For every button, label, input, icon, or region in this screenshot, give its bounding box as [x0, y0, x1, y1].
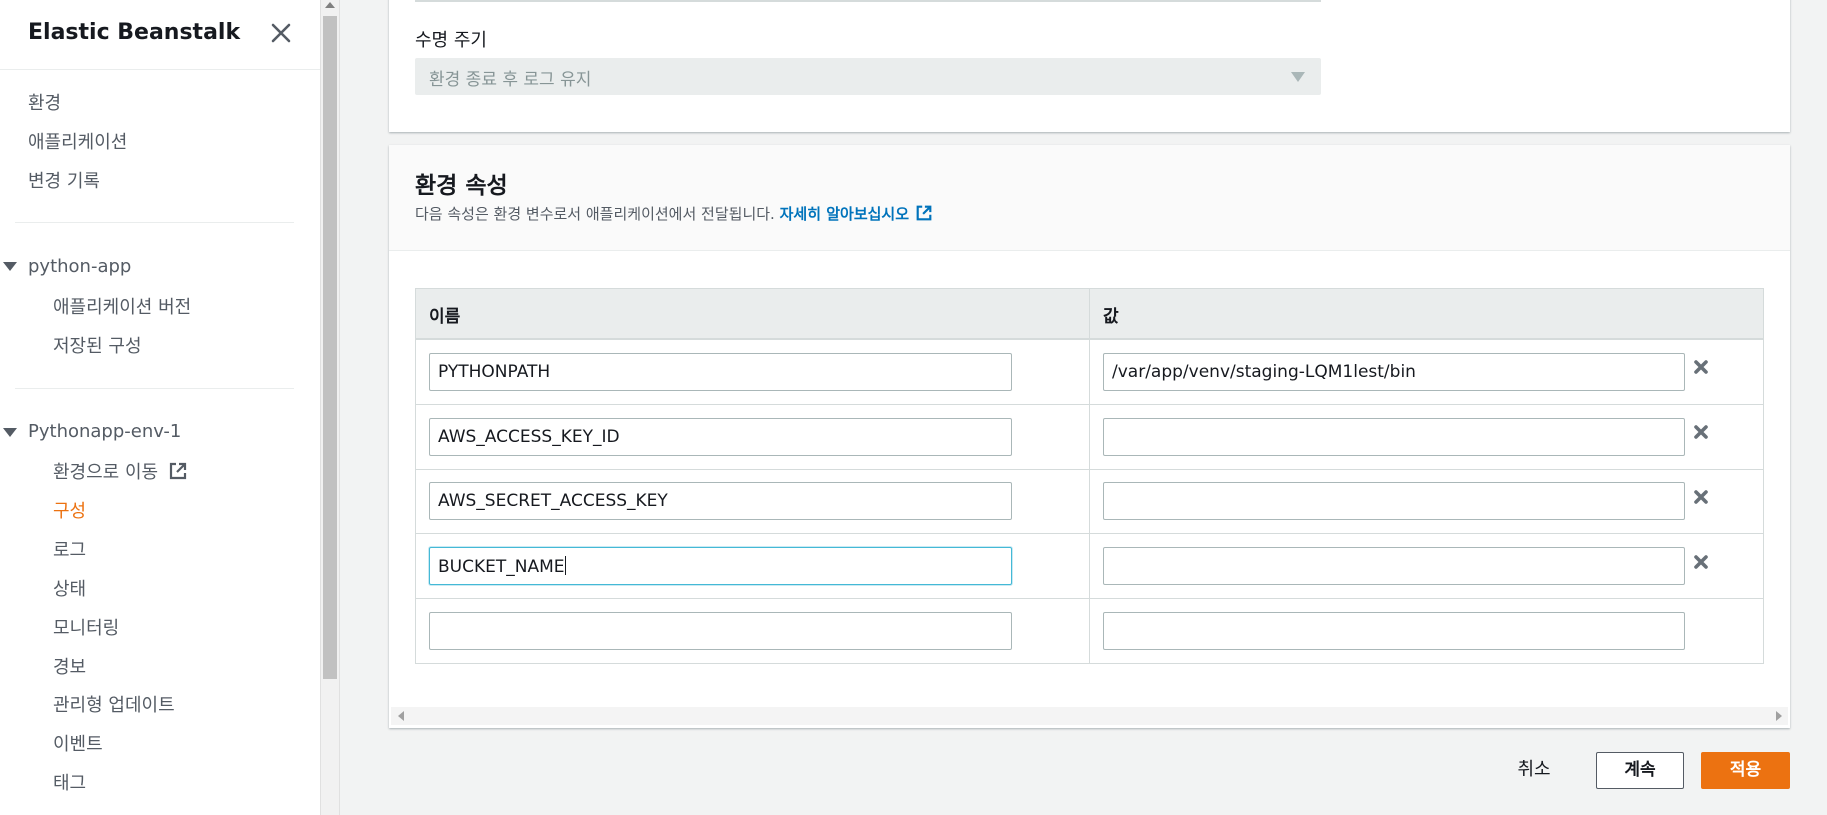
text-cursor	[564, 556, 566, 575]
column-divider	[1089, 289, 1090, 663]
learn-more-label: 자세히 알아보십시오	[779, 205, 910, 223]
env-name-input[interactable]: PYTHONPATH	[429, 353, 1012, 391]
lifecycle-value: 환경 종료 후 로그 유지	[429, 70, 592, 90]
apply-button[interactable]: 적용	[1701, 752, 1790, 789]
env-name-input-focused[interactable]: BUCKET_NAME	[429, 547, 1012, 585]
env-value-input[interactable]	[1103, 612, 1685, 650]
lifecycle-label: 수명 주기	[415, 30, 487, 51]
env-properties-description: 다음 속성은 환경 변수로서 애플리케이션에서 전달됩니다. 자세히 알아보십시…	[415, 203, 933, 224]
column-header-name: 이름	[429, 307, 461, 327]
remove-icon[interactable]	[1692, 553, 1710, 571]
sidebar-group-python-app[interactable]: python-app	[28, 256, 131, 277]
external-link-icon	[168, 461, 188, 481]
sidebar-item-monitoring[interactable]: 모니터링	[53, 614, 119, 640]
row-divider	[416, 339, 1763, 340]
sidebar-item-go-to-env[interactable]: 환경으로 이동	[53, 458, 188, 484]
row-divider	[416, 469, 1763, 470]
sidebar-item-applications[interactable]: 애플리케이션	[28, 128, 127, 154]
scroll-left-arrow-icon[interactable]	[398, 711, 404, 721]
remove-icon[interactable]	[1692, 358, 1710, 376]
sidebar-item-change-history[interactable]: 변경 기록	[28, 167, 100, 193]
sidebar-group-env[interactable]: Pythonapp-env-1	[28, 421, 181, 442]
sidebar-item-app-versions[interactable]: 애플리케이션 버전	[53, 293, 191, 319]
scroll-up-arrow-icon[interactable]	[325, 2, 335, 8]
sidebar-title: Elastic Beanstalk	[28, 20, 241, 45]
remove-icon[interactable]	[1692, 423, 1710, 441]
sidebar-divider	[15, 388, 294, 389]
scroll-right-arrow-icon[interactable]	[1776, 711, 1782, 721]
caret-down-icon[interactable]	[3, 262, 17, 271]
field-edge	[415, 0, 1321, 2]
sidebar-item-configuration[interactable]: 구성	[53, 497, 86, 523]
lifecycle-select: 환경 종료 후 로그 유지	[415, 58, 1321, 95]
remove-icon[interactable]	[1692, 488, 1710, 506]
row-divider	[416, 533, 1763, 534]
input-text: BUCKET_NAME	[438, 557, 565, 577]
sidebar-item-tags[interactable]: 태그	[53, 769, 86, 795]
learn-more-link[interactable]: 자세히 알아보십시오	[780, 205, 933, 223]
env-value-input[interactable]	[1103, 418, 1685, 456]
env-value-input[interactable]: /var/app/venv/staging-LQM1lest/bin	[1103, 353, 1685, 391]
scrollbar-thumb[interactable]	[323, 16, 337, 679]
sidebar-item-alarms[interactable]: 경보	[53, 653, 86, 679]
row-divider	[416, 404, 1763, 405]
sidebar-item-logs[interactable]: 로그	[53, 536, 86, 562]
env-properties-title: 환경 속성	[415, 173, 508, 199]
description-text: 다음 속성은 환경 변수로서 애플리케이션에서 전달됩니다.	[415, 205, 775, 223]
cancel-button[interactable]: 취소	[1500, 752, 1568, 788]
chevron-down-icon	[1291, 72, 1305, 82]
horizontal-scrollbar[interactable]	[391, 707, 1788, 725]
env-value-input[interactable]	[1103, 547, 1685, 585]
sidebar-divider	[15, 222, 294, 223]
column-header-value: 값	[1103, 307, 1119, 327]
sidebar-item-managed-updates[interactable]: 관리형 업데이트	[53, 691, 175, 717]
sidebar-header: Elastic Beanstalk	[0, 0, 320, 70]
env-name-input[interactable]	[429, 612, 1012, 650]
row-divider	[416, 598, 1763, 599]
env-properties-header	[389, 145, 1790, 251]
external-link-icon	[915, 204, 933, 222]
caret-down-icon[interactable]	[3, 428, 17, 437]
env-name-input[interactable]: AWS_ACCESS_KEY_ID	[429, 418, 1012, 456]
sidebar-item-saved-configs[interactable]: 저장된 구성	[53, 332, 142, 358]
sidebar-item-label: 환경으로 이동	[53, 462, 159, 483]
continue-button[interactable]: 계속	[1596, 752, 1684, 789]
env-value-input[interactable]	[1103, 482, 1685, 520]
sidebar-item-health[interactable]: 상태	[53, 575, 86, 601]
sidebar-item-events[interactable]: 이벤트	[53, 730, 103, 756]
sidebar-item-environments[interactable]: 환경	[28, 89, 61, 115]
close-icon[interactable]	[268, 20, 294, 46]
env-name-input[interactable]: AWS_SECRET_ACCESS_KEY	[429, 482, 1012, 520]
